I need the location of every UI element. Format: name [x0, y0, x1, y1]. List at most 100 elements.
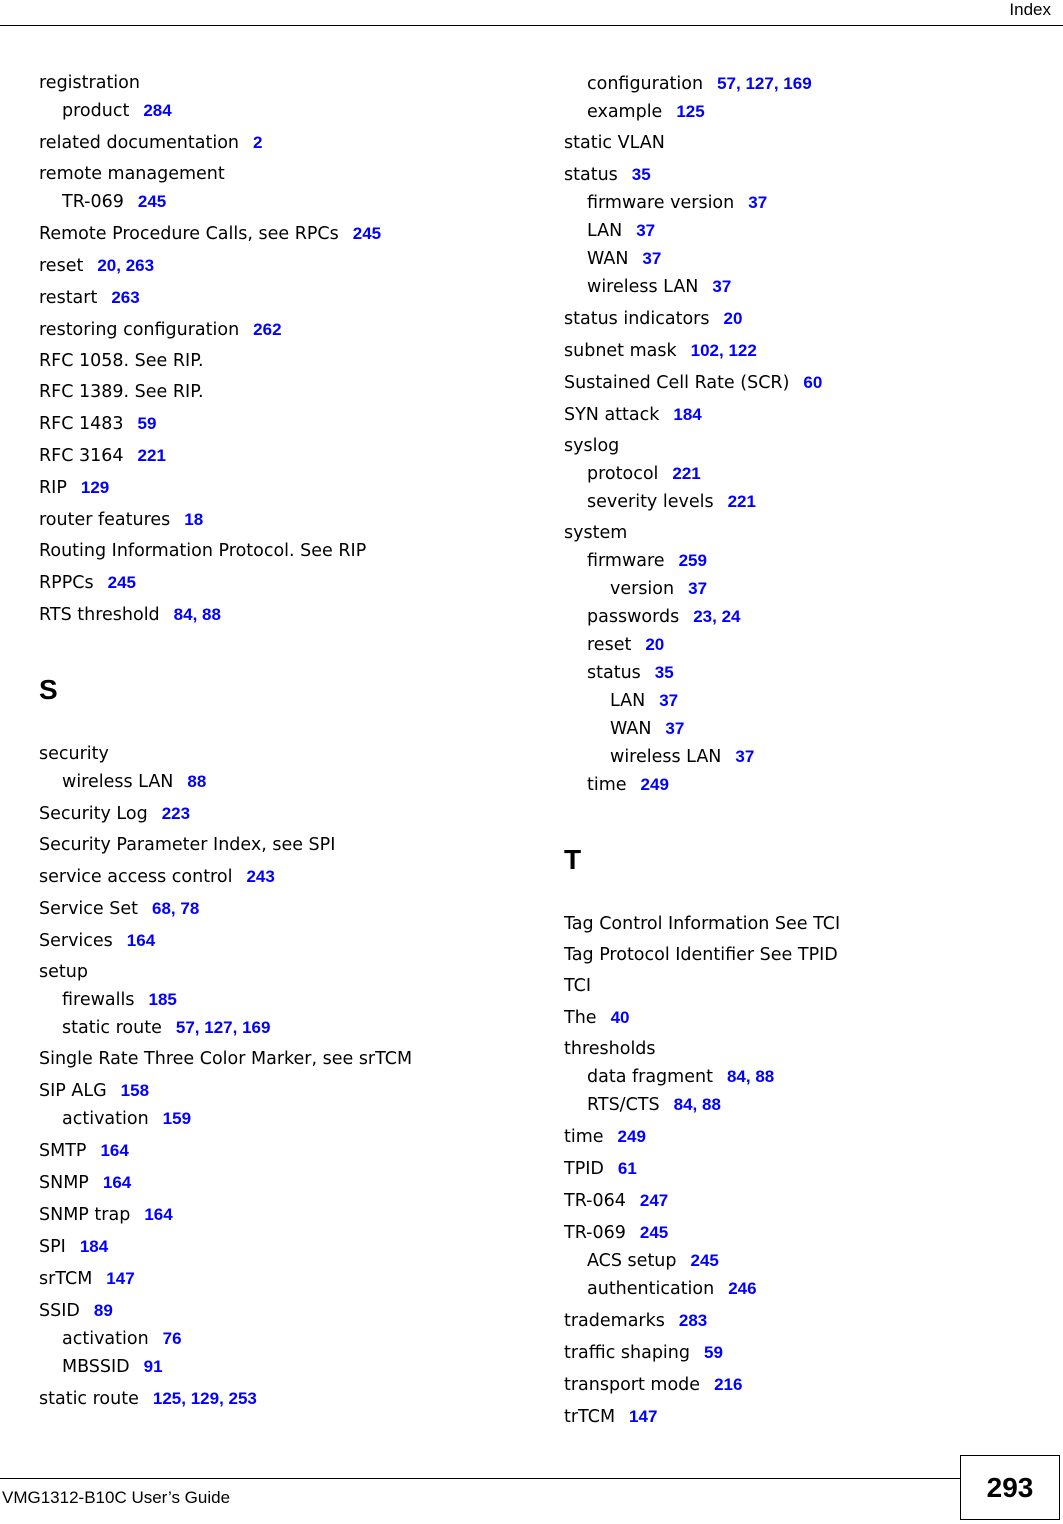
- page-link[interactable]: 245: [640, 1223, 668, 1242]
- page-link[interactable]: 23: [693, 607, 712, 626]
- page-link[interactable]: 35: [655, 663, 674, 682]
- page-link[interactable]: 57: [717, 74, 736, 93]
- page-link[interactable]: 164: [100, 1141, 128, 1160]
- page-link[interactable]: 37: [688, 579, 707, 598]
- page-link[interactable]: 249: [641, 775, 669, 794]
- index-term: system: [564, 523, 628, 543]
- page-link[interactable]: 61: [618, 1159, 637, 1178]
- page-link[interactable]: 84: [174, 605, 193, 624]
- page-link[interactable]: 185: [148, 990, 176, 1009]
- page-link[interactable]: 88: [187, 772, 206, 791]
- page-link[interactable]: 68: [152, 899, 171, 918]
- page-link[interactable]: 88: [702, 1095, 721, 1114]
- page-link[interactable]: 164: [103, 1173, 131, 1192]
- page-references: 263: [111, 288, 139, 307]
- page-link[interactable]: 164: [127, 931, 155, 950]
- page-link[interactable]: 253: [229, 1389, 257, 1408]
- page-link[interactable]: 284: [143, 101, 171, 120]
- page-link[interactable]: 127: [204, 1018, 232, 1037]
- page-references: 35: [655, 663, 674, 682]
- page-references: 20, 263: [97, 256, 154, 275]
- page-link[interactable]: 243: [246, 867, 274, 886]
- page-link[interactable]: 18: [184, 510, 203, 529]
- page-link[interactable]: 37: [748, 193, 767, 212]
- page-link[interactable]: 59: [138, 414, 157, 433]
- page-link[interactable]: 2: [253, 133, 262, 152]
- page-link[interactable]: 249: [618, 1127, 646, 1146]
- page-link[interactable]: 88: [755, 1067, 774, 1086]
- page-link[interactable]: 245: [138, 192, 166, 211]
- page-link[interactable]: 184: [80, 1237, 108, 1256]
- page-link[interactable]: 37: [735, 747, 754, 766]
- index-term: SYN attack: [564, 405, 660, 425]
- page-link[interactable]: 37: [642, 249, 661, 268]
- page-link[interactable]: 147: [106, 1269, 134, 1288]
- page-link[interactable]: 76: [163, 1329, 182, 1348]
- page-link[interactable]: 147: [629, 1407, 657, 1426]
- page-link[interactable]: 35: [632, 165, 651, 184]
- page-link[interactable]: 245: [108, 573, 136, 592]
- page-link[interactable]: 88: [202, 605, 221, 624]
- page-link[interactable]: 84: [727, 1067, 746, 1086]
- index-entry: SSID 89: [39, 1297, 509, 1325]
- page-link[interactable]: 223: [162, 804, 190, 823]
- page-link[interactable]: 216: [714, 1375, 742, 1394]
- page-link[interactable]: 221: [728, 492, 756, 511]
- page-link[interactable]: 159: [163, 1109, 191, 1128]
- index-term: RIP: [39, 478, 67, 498]
- footer-guide-title: VMG1312-B10C User’s Guide: [2, 1488, 231, 1507]
- page-link[interactable]: 37: [636, 221, 655, 240]
- page-link[interactable]: 122: [728, 341, 756, 360]
- page-link[interactable]: 245: [691, 1251, 719, 1270]
- page-link[interactable]: 89: [94, 1301, 113, 1320]
- index-entry: Service Set 68, 78: [39, 895, 509, 923]
- page-link[interactable]: 129: [191, 1389, 219, 1408]
- page-link[interactable]: 221: [138, 446, 166, 465]
- page-link[interactable]: 259: [679, 551, 707, 570]
- page-link[interactable]: 60: [803, 373, 822, 392]
- index-term: SNMP trap: [39, 1205, 131, 1225]
- page-link[interactable]: 125: [153, 1389, 181, 1408]
- index-term: registration: [39, 73, 140, 93]
- page-references: 18: [184, 510, 203, 529]
- page-link[interactable]: 169: [242, 1018, 270, 1037]
- page-link[interactable]: 91: [144, 1357, 163, 1376]
- page-link[interactable]: 169: [783, 74, 811, 93]
- page-link[interactable]: 263: [111, 288, 139, 307]
- page-link[interactable]: 263: [126, 256, 154, 275]
- page-link[interactable]: 24: [722, 607, 741, 626]
- page-link[interactable]: 37: [712, 277, 731, 296]
- page-link[interactable]: 20: [645, 635, 664, 654]
- page-link[interactable]: 59: [704, 1343, 723, 1362]
- index-term: reset: [587, 635, 632, 655]
- page-link[interactable]: 20: [97, 256, 116, 275]
- page-link[interactable]: 184: [673, 405, 701, 424]
- page-link[interactable]: 158: [121, 1081, 149, 1100]
- page-link[interactable]: 247: [640, 1191, 668, 1210]
- page-link[interactable]: 20: [724, 309, 743, 328]
- index-entry: subnet mask 102, 122: [564, 337, 1034, 365]
- index-term: static VLAN: [564, 133, 665, 153]
- index-subentry: firmware version 37: [564, 189, 1034, 217]
- page-link[interactable]: 283: [679, 1311, 707, 1330]
- page-link[interactable]: 40: [611, 1008, 630, 1027]
- page-link[interactable]: 125: [676, 102, 704, 121]
- page-link[interactable]: 127: [745, 74, 773, 93]
- page-link[interactable]: 37: [659, 691, 678, 710]
- page-link[interactable]: 164: [144, 1205, 172, 1224]
- page-link[interactable]: 102: [691, 341, 719, 360]
- page-link[interactable]: 262: [253, 320, 281, 339]
- page-link[interactable]: 37: [665, 719, 684, 738]
- index-subentry: authentication 246: [564, 1275, 1034, 1303]
- page-link[interactable]: 245: [353, 224, 381, 243]
- index-term: configuration: [587, 74, 704, 94]
- page-link[interactable]: 129: [81, 478, 109, 497]
- page-link[interactable]: 246: [728, 1279, 756, 1298]
- page-link[interactable]: 221: [672, 464, 700, 483]
- page-references: 158: [121, 1081, 149, 1100]
- page-link[interactable]: 84: [674, 1095, 693, 1114]
- page-link[interactable]: 57: [176, 1018, 195, 1037]
- page-references: 284: [143, 101, 171, 120]
- page-references: 164: [103, 1173, 131, 1192]
- page-link[interactable]: 78: [180, 899, 199, 918]
